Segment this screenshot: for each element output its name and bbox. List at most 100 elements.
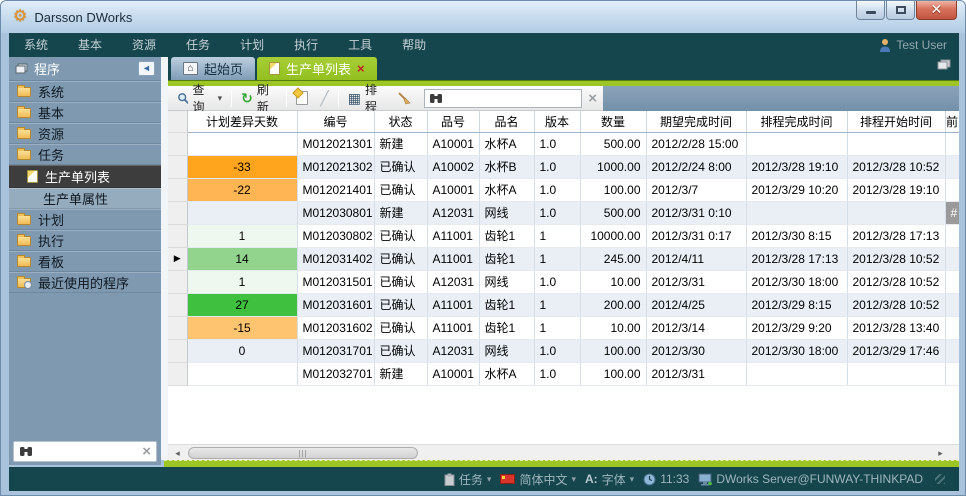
sidebar-search-input[interactable]	[38, 445, 137, 459]
row-selector-current[interactable]: ▶	[168, 247, 187, 270]
tab-production-order-list[interactable]: 生产单列表 ×	[257, 57, 377, 80]
font-menu[interactable]: A: 字体 ▾	[585, 471, 634, 488]
edit-button[interactable]: ╱	[317, 88, 331, 109]
menu-basic[interactable]: 基本	[63, 33, 117, 57]
sidebar-search-clear-icon[interactable]: ×	[142, 444, 151, 459]
toolbar-search-clear-icon[interactable]: ×	[588, 91, 597, 106]
cell-code: M012031601	[297, 293, 374, 316]
menu-resource[interactable]: 资源	[117, 33, 171, 57]
tab-list-button[interactable]	[937, 58, 959, 76]
table-row[interactable]: M012030801 新建 A12031 网线 1.0 500.00 2012/…	[168, 201, 959, 224]
cell-code: M012032701	[297, 362, 374, 385]
menu-system[interactable]: 系统	[9, 33, 63, 57]
menu-plan[interactable]: 计划	[225, 33, 279, 57]
sidebar-item-label: 生产单列表	[45, 167, 110, 186]
table-row[interactable]: -33 M012021302 已确认 A10002 水杯B 1.0 1000.0…	[168, 155, 959, 178]
cell-diff: -33	[187, 155, 297, 178]
sidebar-item-execute[interactable]: 执行	[9, 230, 161, 251]
menu-help[interactable]: 帮助	[387, 33, 441, 57]
resize-grip[interactable]	[935, 474, 945, 484]
row-selector[interactable]	[168, 316, 187, 339]
user-area[interactable]: Test User	[879, 38, 959, 52]
column-header-truncated[interactable]: 前	[945, 111, 959, 132]
menu-execute[interactable]: 执行	[279, 33, 333, 57]
scroll-left-icon[interactable]: ◂	[169, 446, 186, 460]
table-row[interactable]: 0 M012031701 已确认 A12031 网线 1.0 100.00 20…	[168, 339, 959, 362]
cell-version: 1	[534, 247, 580, 270]
header-row: 计划差异天数 编号 状态 品号 品名 版本 数量 期望完成时间 排程完成时间 排…	[168, 111, 959, 132]
table-row[interactable]: 1 M012031501 已确认 A12031 网线 1.0 10.00 201…	[168, 270, 959, 293]
sidebar-item-system[interactable]: 系统	[9, 81, 161, 102]
column-header-item-name[interactable]: 品名	[479, 111, 534, 132]
tab-home[interactable]: ⌂ 起始页	[171, 57, 255, 80]
cell-extra	[945, 316, 959, 339]
sidebar-item-basic[interactable]: 基本	[9, 102, 161, 123]
column-header-qty[interactable]: 数量	[580, 111, 646, 132]
sidebar-item-production-order-properties[interactable]: 生产单属性	[9, 188, 161, 209]
sidebar-item-plan[interactable]: 计划	[9, 209, 161, 230]
column-header-item-no[interactable]: 品号	[427, 111, 479, 132]
sidebar-splitter[interactable]	[161, 57, 168, 460]
cell-diff	[187, 362, 297, 385]
row-selector[interactable]	[168, 293, 187, 316]
column-header-sched-start[interactable]: 排程开始时间	[847, 111, 945, 132]
new-button[interactable]	[293, 89, 311, 107]
sidebar-item-task[interactable]: 任务	[9, 144, 161, 165]
cell-version: 1.0	[534, 132, 580, 155]
clock-area: 11:33	[643, 472, 689, 486]
cell-item-no: A11001	[427, 316, 479, 339]
binoculars-icon	[429, 93, 443, 104]
sidebar-item-kanban[interactable]: 看板	[9, 251, 161, 272]
tab-close-icon[interactable]: ×	[357, 62, 365, 75]
row-selector[interactable]	[168, 270, 187, 293]
row-selector[interactable]	[168, 224, 187, 247]
horizontal-scrollbar[interactable]: ◂ ||| ▸	[168, 444, 959, 460]
column-header-version[interactable]: 版本	[534, 111, 580, 132]
scroll-right-icon[interactable]: ▸	[932, 446, 949, 460]
row-selector[interactable]	[168, 132, 187, 155]
cell-diff: 0	[187, 339, 297, 362]
column-header-due-time[interactable]: 期望完成时间	[646, 111, 746, 132]
toolbar-separator	[286, 90, 287, 107]
row-selector[interactable]	[168, 155, 187, 178]
folder-icon	[17, 257, 31, 267]
row-selector[interactable]	[168, 178, 187, 201]
table-row[interactable]: -15 M012031602 已确认 A11001 齿轮1 1 10.00 20…	[168, 316, 959, 339]
sidebar-item-resource[interactable]: 资源	[9, 123, 161, 144]
row-selector[interactable]	[168, 201, 187, 224]
cell-extra	[945, 362, 959, 385]
table-row[interactable]: 1 M012030802 已确认 A11001 齿轮1 1 10000.00 2…	[168, 224, 959, 247]
scrollbar-thumb[interactable]: |||	[188, 447, 418, 459]
schedule-label: 排程	[365, 81, 385, 115]
toolbar-search-input[interactable]	[447, 91, 577, 105]
cell-due: 2012/3/14	[646, 316, 746, 339]
column-header-diff-days[interactable]: 计划差异天数	[187, 111, 297, 132]
sidebar-collapse-button[interactable]: ◄	[138, 61, 155, 76]
maximize-button[interactable]	[886, 1, 915, 20]
column-header-sched-end[interactable]: 排程完成时间	[746, 111, 847, 132]
column-header-code[interactable]: 编号	[297, 111, 374, 132]
language-menu[interactable]: 简体中文 ▾	[500, 471, 576, 488]
sidebar-item-label: 基本	[38, 103, 64, 122]
row-selector[interactable]	[168, 339, 187, 362]
cell-qty: 100.00	[580, 178, 646, 201]
clear-schedule-button[interactable]	[394, 89, 414, 107]
minimize-button[interactable]	[856, 1, 885, 20]
table-row[interactable]: 27 M012031601 已确认 A11001 齿轮1 1 200.00 20…	[168, 293, 959, 316]
column-header-status[interactable]: 状态	[374, 111, 427, 132]
refresh-icon: ↻	[241, 91, 253, 105]
menu-tools[interactable]: 工具	[333, 33, 387, 57]
chevron-down-icon[interactable]: ▾	[218, 93, 223, 104]
table-row[interactable]: ▶ 14 M012031402 已确认 A11001 齿轮1 1 245.00 …	[168, 247, 959, 270]
cell-diff: 1	[187, 270, 297, 293]
close-button[interactable]: ✕	[916, 1, 957, 20]
cell-diff: 1	[187, 224, 297, 247]
table-row[interactable]: M012032701 新建 A10001 水杯A 1.0 100.00 2012…	[168, 362, 959, 385]
table-row[interactable]: M012021301 新建 A10001 水杯A 1.0 500.00 2012…	[168, 132, 959, 155]
sidebar-item-production-order-list[interactable]: 生产单列表	[9, 165, 161, 188]
row-selector[interactable]	[168, 362, 187, 385]
sidebar-item-recent-programs[interactable]: 最近使用的程序	[9, 272, 161, 293]
menu-task[interactable]: 任务	[171, 33, 225, 57]
table-row[interactable]: -22 M012021401 已确认 A10001 水杯A 1.0 100.00…	[168, 178, 959, 201]
task-menu[interactable]: 任务 ▾	[444, 471, 492, 488]
